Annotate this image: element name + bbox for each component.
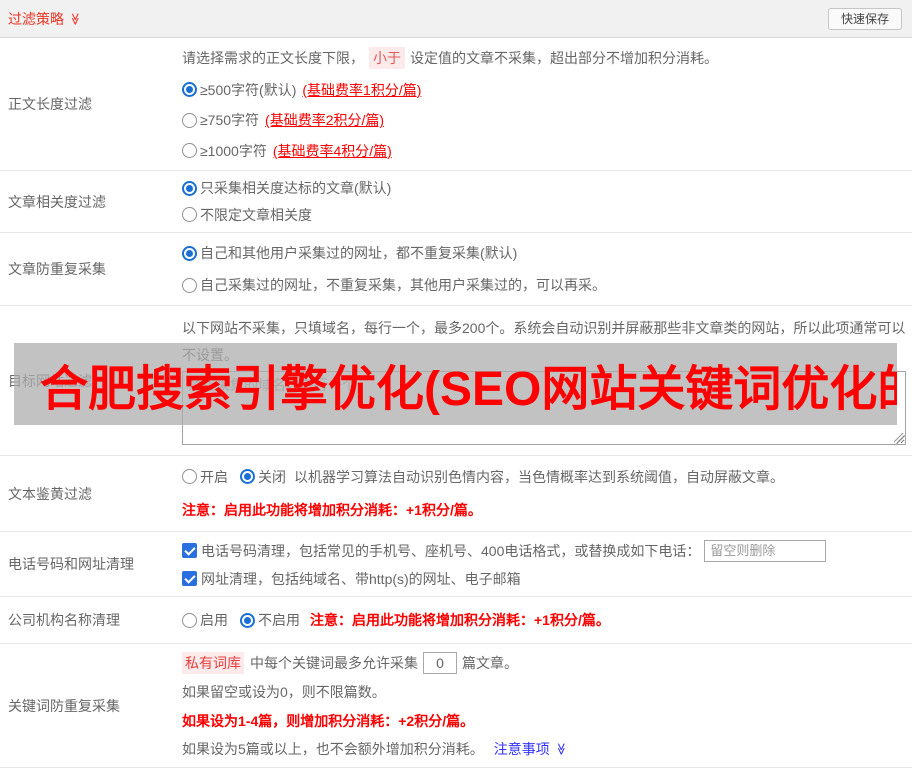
radio-label: 只采集相关度达标的文章(默认) (200, 180, 392, 197)
notes-link[interactable]: 注意事项 ≫ (494, 739, 568, 759)
company-on-label[interactable]: 启用 (200, 610, 228, 630)
keyword-cost-note: 如果设为1-4篇，则增加积分消耗：+2积分/篇。 (182, 712, 475, 729)
length-option-1000[interactable]: ≥1000字符 (基础费率4积分/篇) (182, 141, 912, 161)
radio-unchecked-icon[interactable] (182, 207, 197, 223)
section-title: 过滤策略 (8, 10, 64, 27)
quick-save-button[interactable]: 快速保存 (827, 7, 902, 30)
porn-on-label[interactable]: 开启 (200, 467, 228, 487)
row-phone-url-clean: 电话号码和网址清理 电话号码清理，包括常见的手机号、座机号、400电话格式，或替… (0, 532, 912, 597)
row-porn-filter: 文本鉴黄过滤 开启 关闭 以机器学习算法自动识别色情内容，当色情概率达到系统阈值… (0, 456, 912, 532)
row-label: 文章相关度过滤 (8, 193, 106, 210)
max-collect-count-input[interactable] (423, 652, 457, 675)
radio-checked-icon[interactable] (182, 180, 197, 196)
intro-text-after: 设定值的文章不采集，超出部分不增加积分消耗。 (410, 50, 718, 67)
radio-label: 自己采集过的网址，不重复采集，其他用户采集过的，可以再采。 (200, 277, 606, 293)
checkbox-checked-icon[interactable] (182, 571, 197, 586)
radio-unchecked-icon[interactable] (182, 612, 197, 628)
porn-off-label[interactable]: 关闭 (258, 467, 286, 487)
radio-unchecked-icon[interactable] (182, 469, 197, 485)
top-bar: 过滤策略 ≫ 快速保存 (0, 0, 912, 38)
row-company-name-clean: 公司机构名称清理 启用 不启用 注意：启用此功能将增加积分消耗：+1积分/篇。 (0, 597, 912, 644)
row-label: 文章防重复采集 (8, 261, 106, 277)
row-label: 关键词防重复采集 (8, 697, 120, 714)
radio-label: 自己和其他用户采集过的网址，都不重复采集(默认) (200, 245, 518, 261)
intro-highlight: 小于 (369, 47, 405, 70)
radio-label: ≥500字符(默认) (200, 81, 297, 98)
relevance-option-1[interactable]: 只采集相关度达标的文章(默认) (182, 178, 912, 198)
row-label: 正文长度过滤 (8, 96, 92, 112)
private-lexicon-badge: 私有词库 (182, 652, 244, 675)
row-relevance-filter: 文章相关度过滤 只采集相关度达标的文章(默认) 不限定文章相关度 (0, 171, 912, 233)
replacement-phone-input[interactable] (704, 539, 827, 562)
company-off-label[interactable]: 不启用 (258, 610, 300, 630)
radio-checked-icon[interactable] (182, 245, 197, 261)
porn-cost-note: 注意：启用此功能将增加积分消耗：+1积分/篇。 (182, 502, 482, 519)
radio-label: 不限定文章相关度 (200, 206, 312, 223)
keyword-line1-text: 中每个关键词最多允许采集 (250, 655, 418, 672)
radio-label: ≥750字符 (200, 112, 260, 129)
row-dedup-collect: 文章防重复采集 自己和其他用户采集过的网址，都不重复采集(默认) 自己采集过的网… (0, 233, 912, 306)
chevron-down-icon: ≫ (68, 12, 83, 25)
radio-checked-icon[interactable] (182, 82, 197, 98)
fee-note: (基础费率4积分/篇) (272, 142, 392, 159)
row-text-length-filter: 正文长度过滤 请选择需求的正文长度下限， 小于 设定值的文章不采集，超出部分不增… (0, 38, 912, 171)
keyword-line4: 如果设为5篇或以上，也不会额外增加积分消耗。 (182, 740, 484, 757)
checkbox-checked-icon[interactable] (182, 543, 197, 558)
dedup-option-1[interactable]: 自己和其他用户采集过的网址，都不重复采集(默认) (182, 243, 912, 263)
row-label: 公司机构名称清理 (8, 612, 120, 628)
keyword-line1-tail: 篇文章。 (462, 655, 518, 672)
watermark-text: 合肥搜索引擎优化(SEO网站关键词优化的步 (40, 363, 897, 416)
row-keyword-dedup: 关键词防重复采集 私有词库 中每个关键词最多允许采集 篇文章。 如果留空或设为0… (0, 644, 912, 768)
dedup-option-2[interactable]: 自己采集过的网址，不重复采集，其他用户采集过的，可以再采。 (182, 275, 912, 295)
filter-strategy-page: 过滤策略 ≫ 快速保存 正文长度过滤 请选择需求的正文长度下限， 小于 设定值的… (0, 0, 912, 768)
length-option-500[interactable]: ≥500字符(默认) (基础费率1积分/篇) (182, 80, 912, 100)
radio-unchecked-icon[interactable] (182, 112, 197, 128)
watermark-banner: 合肥搜索引擎优化(SEO网站关键词优化的步 (14, 343, 897, 425)
radio-checked-icon[interactable] (240, 612, 255, 628)
fee-note: (基础费率2积分/篇) (265, 112, 385, 129)
length-intro: 请选择需求的正文长度下限， 小于 设定值的文章不采集，超出部分不增加积分消耗。 (182, 47, 912, 70)
intro-text-before: 请选择需求的正文长度下限， (182, 50, 364, 67)
radio-unchecked-icon[interactable] (182, 277, 197, 293)
length-option-750[interactable]: ≥750字符 (基础费率2积分/篇) (182, 110, 912, 130)
phone-clean-label: 电话号码清理，包括常见的手机号、座机号、400电话格式，或替换成如下电话： (201, 542, 701, 559)
radio-checked-icon[interactable] (240, 469, 255, 485)
company-cost-note: 注意：启用此功能将增加积分消耗：+1积分/篇。 (310, 612, 610, 628)
row-label: 文本鉴黄过滤 (8, 485, 92, 502)
fee-note: (基础费率1积分/篇) (302, 81, 422, 98)
notes-link-label: 注意事项 (493, 740, 550, 757)
section-toggle-filter-strategy[interactable]: 过滤策略 ≫ (8, 9, 82, 29)
radio-unchecked-icon[interactable] (182, 143, 197, 159)
porn-description: 以机器学习算法自动识别色情内容，当色情概率达到系统阈值，自动屏蔽文章。 (294, 468, 784, 485)
radio-label: ≥1000字符 (200, 142, 267, 159)
row-label: 电话号码和网址清理 (8, 556, 134, 572)
keyword-line2: 如果留空或设为0，则不限篇数。 (182, 684, 386, 701)
url-clean-label: 网址清理，包括纯域名、带http(s)的网址、电子邮箱 (201, 570, 521, 587)
chevron-down-icon: ≫ (554, 742, 569, 756)
relevance-option-2[interactable]: 不限定文章相关度 (182, 205, 912, 225)
